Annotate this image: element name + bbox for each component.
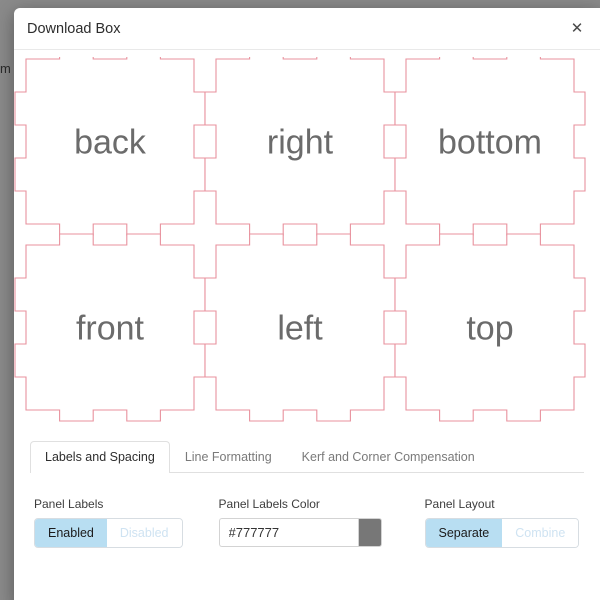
background-page-text: m	[0, 61, 11, 76]
panel-layout-toggle-group: Separate Combine	[424, 518, 580, 549]
panel-layout-combine-button[interactable]: Combine	[502, 519, 579, 548]
modal-title: Download Box	[27, 20, 121, 37]
panel-labels-label: Panel Labels	[34, 497, 104, 511]
panel-labels-toggle-group: Enabled Disabled	[34, 518, 183, 549]
tab-kerf-and-corner-compensation[interactable]: Kerf and Corner Compensation	[287, 441, 490, 473]
panel-labels-color-input[interactable]	[218, 518, 358, 547]
modal-header: Download Box ✕	[14, 8, 600, 50]
panel-label-front: front	[76, 310, 145, 348]
panel-layout-separate-button[interactable]: Separate	[425, 519, 503, 548]
panel-labels-color-input-wrap	[218, 518, 382, 547]
panel-labels-color-swatch[interactable]	[357, 518, 382, 547]
panel-label-right: right	[267, 124, 334, 162]
tab-line-formatting[interactable]: Line Formatting	[170, 441, 287, 473]
panel-label-top: top	[466, 310, 513, 348]
panel-layout-label: Panel Layout	[424, 497, 495, 511]
panel-label-left: left	[277, 310, 323, 348]
box-panels-preview: back right bottom front left top	[14, 57, 600, 439]
panel-label-bottom: bottom	[438, 124, 542, 162]
settings-form-row: Panel Labels Enabled Disabled Panel Labe…	[14, 473, 600, 549]
close-icon[interactable]: ✕	[568, 20, 586, 38]
panel-labels-field: Panel Labels Enabled Disabled	[34, 497, 183, 549]
panels-svg: back right bottom front left top	[14, 57, 586, 422]
modal-body: back right bottom front left top Labels and S…	[14, 50, 600, 600]
tab-labels-and-spacing[interactable]: Labels and Spacing	[30, 441, 170, 473]
panel-labels-color-label: Panel Labels Color	[218, 497, 320, 511]
settings-tabs: Labels and Spacing Line Formatting Kerf …	[30, 439, 584, 473]
panel-labels-enabled-button[interactable]: Enabled	[35, 519, 107, 548]
panel-labels-color-field: Panel Labels Color	[218, 497, 382, 547]
panel-labels-disabled-button[interactable]: Disabled	[106, 519, 182, 548]
panel-layout-field: Panel Layout Separate Combine	[424, 497, 580, 549]
panel-label-back: back	[74, 124, 147, 162]
download-box-modal: Download Box ✕ back right bottom front left t…	[14, 8, 600, 600]
